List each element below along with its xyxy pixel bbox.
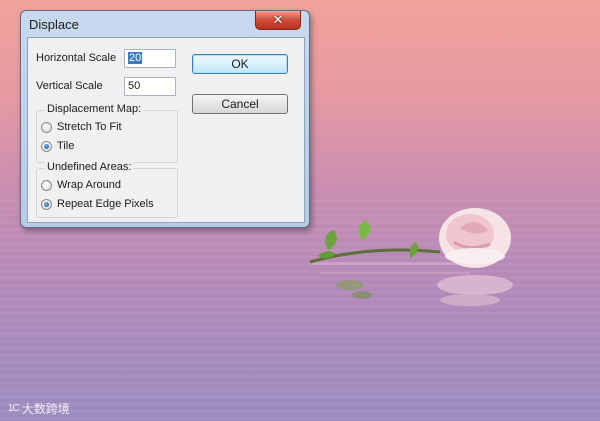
horizontal-scale-label: Horizontal Scale [36, 52, 117, 64]
vertical-scale-label: Vertical Scale [36, 80, 103, 92]
ok-button[interactable]: OK [192, 54, 288, 74]
displace-dialog: Displace ✕ Horizontal Scale 20 Vertical … [20, 10, 310, 228]
radio-stretch-to-fit-indicator [41, 121, 52, 133]
cancel-button[interactable]: Cancel [192, 94, 288, 114]
radio-wrap-around[interactable]: Wrap Around [41, 179, 121, 191]
title-bar[interactable]: Displace ✕ [21, 11, 309, 37]
displacement-map-group: Displacement Map: Stretch To Fit Tile [36, 103, 178, 163]
radio-tile-indicator [41, 140, 52, 152]
radio-tile-label: Tile [57, 140, 75, 152]
horizontal-scale-value: 20 [128, 52, 143, 64]
radio-wrap-around-indicator [41, 179, 52, 191]
dialog-client-area: Horizontal Scale 20 Vertical Scale 50 Di… [27, 37, 305, 223]
watermark-text: 大数跨境 [21, 402, 70, 416]
radio-stretch-to-fit-label: Stretch To Fit [57, 121, 122, 133]
vertical-scale-value: 50 [128, 80, 141, 92]
rose-image [309, 208, 513, 306]
vertical-scale-input[interactable]: 50 [124, 77, 176, 96]
undefined-areas-title: Undefined Areas: [45, 161, 134, 173]
radio-stretch-to-fit[interactable]: Stretch To Fit [41, 121, 122, 133]
displacement-map-title: Displacement Map: [45, 103, 144, 115]
radio-repeat-edge-pixels[interactable]: Repeat Edge Pixels [41, 198, 154, 210]
radio-tile[interactable]: Tile [41, 140, 74, 152]
watermark-logo: 1C [8, 403, 20, 414]
close-button[interactable]: ✕ [255, 11, 301, 30]
horizontal-scale-input[interactable]: 20 [124, 49, 176, 68]
watermark: 1C 大数跨境 [8, 400, 70, 417]
radio-repeat-edge-pixels-label: Repeat Edge Pixels [57, 198, 154, 210]
close-icon: ✕ [272, 12, 284, 28]
dialog-title: Displace [29, 17, 79, 32]
undefined-areas-group: Undefined Areas: Wrap Around Repeat Edge… [36, 161, 178, 218]
radio-repeat-edge-pixels-indicator [41, 198, 52, 210]
radio-wrap-around-label: Wrap Around [57, 179, 122, 191]
